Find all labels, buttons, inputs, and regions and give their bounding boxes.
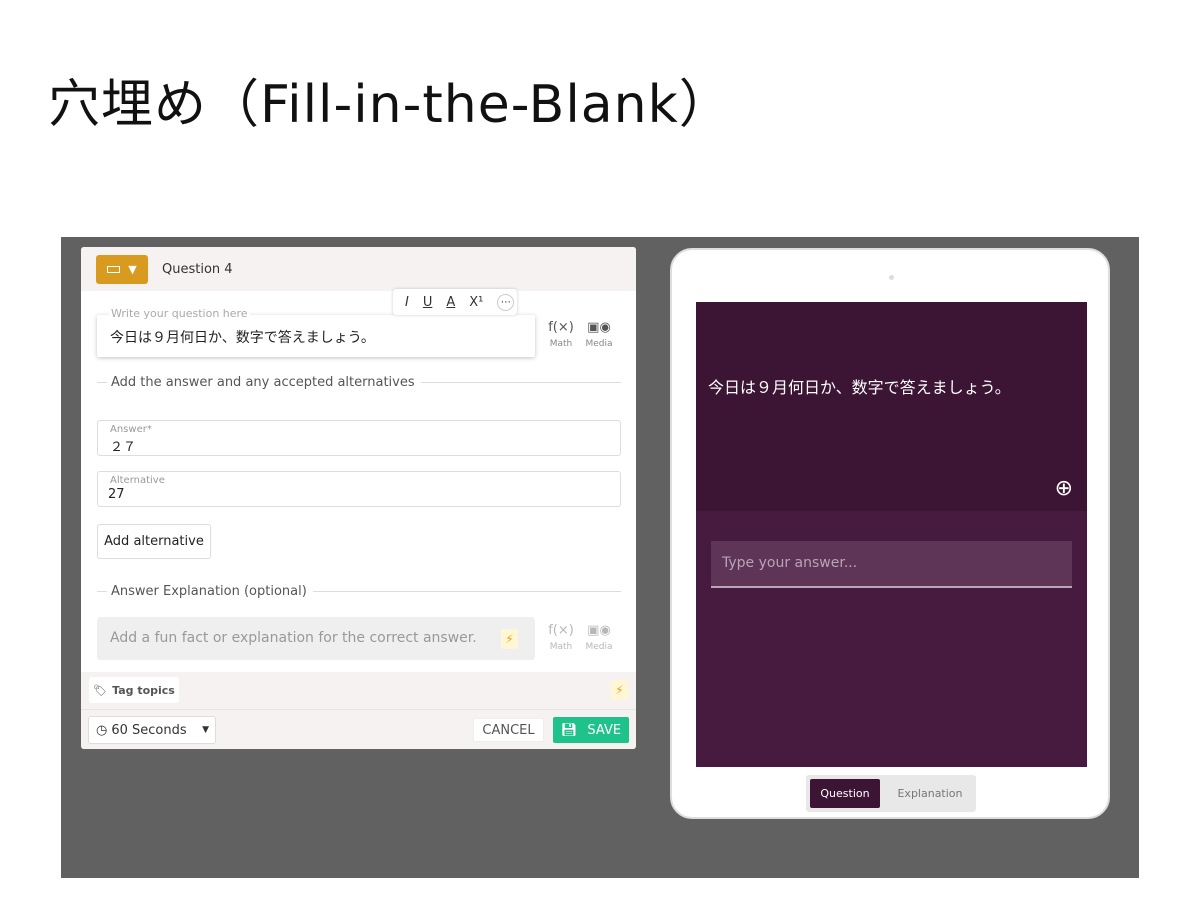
alternative-value: 27 — [108, 487, 125, 502]
media-icon: ▣◉ — [587, 623, 611, 638]
time-value: 60 Seconds — [111, 722, 187, 738]
zoom-in-icon[interactable]: ⊕ — [1055, 476, 1073, 501]
time-select[interactable]: ◷ 60 Seconds ▼ — [88, 716, 216, 744]
answer-label: Answer* — [110, 424, 152, 435]
tab-question[interactable]: Question — [810, 779, 880, 808]
question-text: 今日は９月何日か、数字で答えましょう。 — [110, 330, 375, 346]
question-label: Question 4 — [162, 262, 233, 277]
tablet-preview: 今日は９月何日か、数字で答えましょう。 ⊕ Type your answer..… — [670, 248, 1110, 819]
lightning-icon[interactable]: ⚡ — [611, 680, 628, 700]
tab-explanation[interactable]: Explanation — [890, 779, 970, 808]
answers-section-heading: Add the answer and any accepted alternat… — [97, 375, 621, 390]
caret-down-icon: ▼ — [128, 263, 137, 276]
math-label: Math — [549, 339, 573, 349]
question-input[interactable]: Write your question here 今日は９月何日か、数字で答えま… — [97, 307, 535, 357]
explanation-placeholder: Add a fun fact or explanation for the co… — [110, 630, 477, 646]
preview-answer-input[interactable]: Type your answer... — [711, 541, 1072, 588]
preview-question-text: 今日は９月何日か、数字で答えましょう。 — [708, 378, 1011, 397]
underline-button[interactable]: U — [423, 295, 433, 310]
save-button[interactable]: 💾︎ SAVE — [553, 717, 629, 743]
function-icon: f(×) — [548, 623, 574, 638]
text-color-button[interactable]: A — [446, 295, 455, 310]
preview-question-area: 今日は９月何日か、数字で答えましょう。 ⊕ — [696, 302, 1087, 511]
format-toolbar: I U A X¹ ⋯ — [393, 289, 517, 315]
tag-topics-label: Tag topics — [112, 683, 175, 697]
alternative-field[interactable]: Alternative 27 — [97, 471, 621, 507]
preview-tabs: Question Explanation — [806, 775, 976, 812]
slide-title: 穴埋め（Fill-in-the-Blank） — [48, 75, 732, 135]
answer-placeholder: Type your answer... — [722, 555, 858, 571]
tag-bar: 🏷︎ Tag topics ⚡ — [81, 672, 636, 709]
blank-icon — [107, 266, 121, 273]
explanation-media-button[interactable]: ▣◉ Media — [584, 623, 614, 652]
more-button[interactable]: ⋯ — [497, 293, 515, 311]
question-editor: ▼ Question 4 I U A X¹ ⋯ Write your quest… — [81, 247, 636, 749]
media-button[interactable]: ▣◉ Media — [584, 320, 614, 349]
explanation-input[interactable]: Add a fun fact or explanation for the co… — [97, 617, 535, 660]
lightning-icon[interactable]: ⚡ — [501, 629, 518, 649]
question-placeholder: Write your question here — [109, 307, 250, 320]
preview-screen: 今日は９月何日か、数字で答えましょう。 ⊕ Type your answer..… — [696, 302, 1087, 767]
tag-topics-button[interactable]: 🏷︎ Tag topics — [89, 677, 179, 703]
explanation-math-button[interactable]: f(×) Math — [546, 623, 576, 652]
tag-icon: 🏷︎ — [93, 683, 108, 697]
save-label: SAVE — [587, 722, 622, 738]
superscript-button[interactable]: X¹ — [469, 295, 483, 310]
question-type-button[interactable]: ▼ — [96, 255, 148, 284]
editor-footer: ◷ 60 Seconds ▼ CANCEL 💾︎ SAVE — [81, 709, 636, 749]
math-button[interactable]: f(×) Math — [546, 320, 576, 349]
answers-section-label: Add the answer and any accepted alternat… — [111, 375, 415, 390]
media-label: Media — [585, 642, 613, 652]
media-icon: ▣◉ — [587, 320, 611, 335]
answer-field[interactable]: Answer* ２７ — [97, 420, 621, 456]
cancel-button[interactable]: CANCEL — [473, 718, 544, 742]
tablet-camera — [889, 275, 894, 280]
add-alternative-button[interactable]: Add alternative — [97, 524, 211, 559]
italic-button[interactable]: I — [405, 295, 409, 310]
floppy-icon: 💾︎ — [560, 722, 578, 738]
clock-icon: ◷ — [96, 722, 108, 738]
function-icon: f(×) — [548, 320, 574, 335]
media-label: Media — [585, 339, 613, 349]
caret-down-icon: ▼ — [202, 725, 209, 735]
answer-value: ２７ — [110, 440, 137, 455]
alternative-label: Alternative — [110, 475, 165, 486]
math-label: Math — [549, 642, 573, 652]
explanation-section-label: Answer Explanation (optional) — [111, 584, 307, 599]
editor-header: ▼ Question 4 — [81, 247, 636, 291]
explanation-section-heading: Answer Explanation (optional) — [97, 584, 621, 599]
screenshot-stage: ▼ Question 4 I U A X¹ ⋯ Write your quest… — [61, 237, 1139, 878]
